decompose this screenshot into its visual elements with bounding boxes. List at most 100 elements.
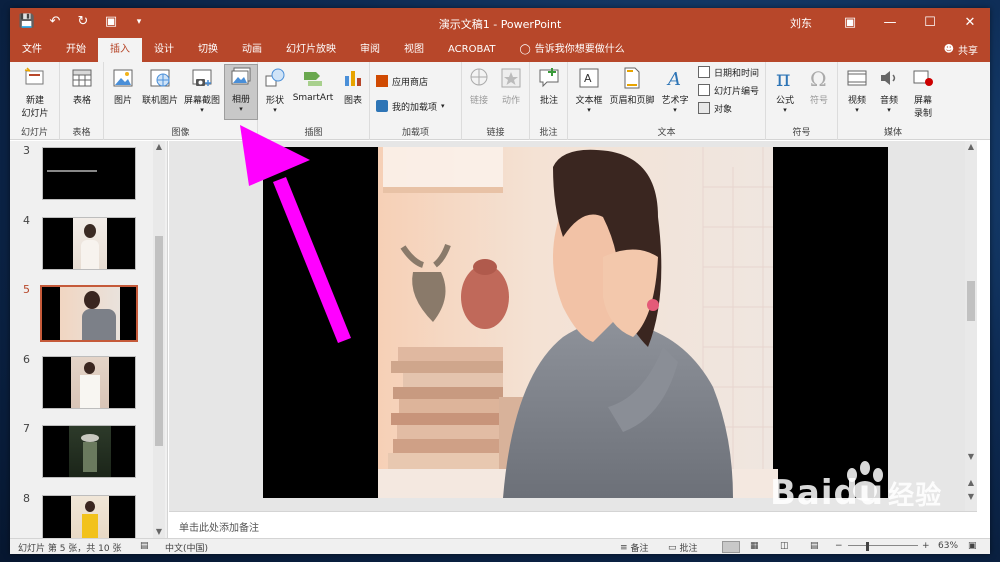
comment-button[interactable]: 批注	[532, 66, 566, 106]
scroll-up-icon[interactable]: ▲	[965, 141, 977, 153]
tab-review[interactable]: 审阅	[348, 38, 392, 62]
scroll-up-icon[interactable]: ▲	[153, 141, 165, 153]
group-text: A 文本框 ▾ 页眉和页脚 A 艺术字 ▾ 日期和时间 幻灯片编号 对象 文本	[568, 62, 766, 140]
group-links: 链接 动作 链接	[462, 62, 530, 140]
zoom-slider[interactable]	[848, 545, 918, 546]
minimize-button[interactable]: —	[870, 8, 910, 38]
store-icon	[376, 75, 388, 87]
tab-acrobat[interactable]: ACROBAT	[436, 38, 508, 62]
tab-home[interactable]: 开始	[54, 38, 98, 62]
notes-placeholder: 单击此处添加备注	[179, 523, 259, 534]
smartart-button[interactable]: SmartArt	[290, 66, 336, 103]
notes-toggle-button[interactable]: ≡ 备注	[620, 541, 649, 555]
lightbulb-icon: ◯	[519, 44, 531, 55]
picture-button[interactable]: 图片	[106, 66, 140, 106]
addins-icon	[376, 100, 388, 112]
comment-small-icon: ▭	[668, 542, 677, 553]
header-footer-icon	[624, 67, 640, 89]
group-slides: 新建 幻灯片 幻灯片	[10, 62, 60, 140]
spellcheck-icon[interactable]: ▤	[140, 541, 149, 551]
object-icon	[698, 102, 710, 114]
my-addins-button[interactable]: 我的加载项 ▾	[376, 98, 445, 114]
tab-file[interactable]: 文件	[10, 38, 54, 62]
slide-thumbnail-7[interactable]	[42, 425, 136, 478]
ribbon-tabs: 文件 开始 插入 设计 切换 动画 幻灯片放映 审阅 视图 ACROBAT ◯ …	[10, 38, 990, 62]
thumbnail-photo	[60, 287, 120, 340]
svg-text:A: A	[666, 69, 681, 90]
header-footer-button[interactable]: 页眉和页脚	[608, 66, 656, 106]
person-icon: ☻	[943, 44, 954, 55]
current-slide[interactable]	[263, 147, 888, 498]
slide-counter[interactable]: 幻灯片 第 5 张，共 10 张	[18, 541, 121, 554]
share-button[interactable]: ☻ 共享	[944, 42, 978, 57]
slide-thumbnail-5[interactable]	[40, 285, 138, 342]
table-button[interactable]: 表格	[60, 66, 104, 106]
symbol-button[interactable]: Ω 符号	[804, 66, 834, 106]
speaker-icon	[881, 71, 896, 85]
tab-animations[interactable]: 动画	[230, 38, 274, 62]
title-bar: 💾 ↶ ↻ ▣ ▾ 演示文稿1 - PowerPoint 刘东 ▣ — ☐ ✕	[10, 8, 990, 38]
ribbon-display-options-icon[interactable]: ▣	[830, 8, 870, 38]
slide-number-button[interactable]: 幻灯片编号	[698, 82, 759, 98]
slide-sorter-icon[interactable]: ▦	[750, 541, 759, 551]
textbox-button[interactable]: A 文本框 ▾	[572, 66, 606, 114]
audio-button[interactable]: 音频 ▾	[874, 66, 904, 114]
equation-button[interactable]: π 公式 ▾	[770, 66, 800, 114]
screenshot-button[interactable]: 屏幕截图 ▾	[182, 66, 222, 114]
slide-number: 7	[23, 422, 30, 435]
action-button[interactable]: 动作	[496, 66, 526, 106]
date-time-button[interactable]: 日期和时间	[698, 64, 759, 80]
watermark-brand-du: du	[833, 473, 885, 513]
slide-thumbnail-4[interactable]	[42, 217, 136, 270]
user-name[interactable]: 刘东	[790, 15, 812, 31]
new-slide-button[interactable]: 新建 幻灯片	[13, 66, 57, 119]
tab-slideshow[interactable]: 幻灯片放映	[274, 38, 348, 62]
baidu-jingyan-watermark: Baidu 经验 jingyan.baidu.com	[770, 455, 990, 545]
new-slide-icon	[24, 67, 44, 85]
table-icon	[72, 69, 92, 87]
tell-me-box[interactable]: ◯ 告诉我你想要做什么	[508, 38, 637, 62]
textbox-icon: A	[579, 68, 599, 88]
watermark-brand: Bai	[770, 473, 834, 513]
thumbnail-scrollbar[interactable]: ▲ ▼	[153, 141, 165, 538]
link-button[interactable]: 链接	[464, 66, 494, 106]
shapes-icon	[265, 68, 285, 87]
comments-toggle-button[interactable]: ▭ 批注	[668, 541, 698, 555]
maximize-button[interactable]: ☐	[910, 8, 950, 38]
photo-album-button[interactable]: 相册 ▾	[224, 64, 258, 120]
slide-thumbnail-6[interactable]	[42, 356, 136, 409]
group-addins: 应用商店 我的加载项 ▾ 加载项	[370, 62, 462, 140]
screenshot-icon	[192, 69, 212, 86]
online-picture-button[interactable]: 联机图片	[140, 66, 180, 106]
tab-view[interactable]: 视图	[392, 38, 436, 62]
omega-icon: Ω	[810, 67, 827, 90]
watermark-url: jingyan.baidu.com	[770, 517, 909, 535]
tab-insert[interactable]: 插入	[98, 38, 142, 62]
thumbnail-photo	[73, 218, 107, 269]
shapes-button[interactable]: 形状 ▾	[260, 66, 290, 114]
scroll-thumb[interactable]	[967, 281, 975, 321]
tab-transitions[interactable]: 切换	[186, 38, 230, 62]
video-button[interactable]: 视频 ▾	[842, 66, 872, 114]
group-tables: 表格 表格	[60, 62, 104, 140]
notes-icon: ≡	[620, 542, 628, 553]
thumbnail-photo	[71, 357, 109, 408]
slide-thumbnail-3[interactable]	[42, 147, 136, 200]
wordart-button[interactable]: A 艺术字 ▾	[658, 66, 692, 114]
normal-view-icon[interactable]	[722, 541, 740, 553]
thumbnail-text-line	[47, 170, 97, 172]
store-button[interactable]: 应用商店	[376, 73, 428, 89]
screen-recording-icon	[913, 70, 933, 86]
slide-number: 4	[23, 214, 30, 227]
online-picture-icon	[150, 69, 170, 87]
scroll-down-icon[interactable]: ▼	[153, 526, 165, 538]
language-indicator[interactable]: 中文(中国)	[165, 541, 208, 554]
screen-recording-button[interactable]: 屏幕 录制	[906, 66, 940, 119]
group-images: 图片 联机图片 屏幕截图 ▾ 相册 ▾ 图像	[104, 62, 258, 140]
object-button[interactable]: 对象	[698, 100, 732, 116]
chart-button[interactable]: 图表	[338, 66, 368, 106]
tab-design[interactable]: 设计	[142, 38, 186, 62]
slide-photo[interactable]	[263, 147, 888, 498]
scroll-thumb[interactable]	[155, 236, 163, 446]
close-button[interactable]: ✕	[950, 8, 990, 38]
